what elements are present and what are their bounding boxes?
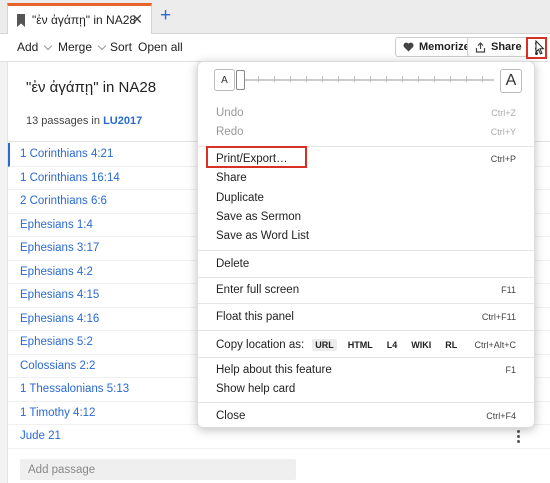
divider bbox=[198, 357, 534, 358]
passage-count: 13 passages in LU2017 bbox=[26, 115, 142, 127]
close-shortcut: Ctrl+F4 bbox=[486, 410, 516, 421]
format-rl[interactable]: RL bbox=[442, 339, 460, 351]
share-label: Share bbox=[216, 171, 247, 184]
page-title: "ἐν ἀγάπῃ" in NA28 bbox=[26, 79, 157, 96]
share-label: Share bbox=[491, 41, 522, 53]
full-screen-label: Enter full screen bbox=[216, 283, 300, 296]
print-shortcut: Ctrl+P bbox=[490, 153, 516, 164]
menu-item-undo[interactable]: Undo Ctrl+Z bbox=[198, 103, 534, 122]
merge-label: Merge bbox=[58, 40, 93, 54]
help-feature-label: Help about this feature bbox=[216, 363, 332, 376]
chevron-down-icon bbox=[97, 41, 107, 50]
version-link[interactable]: LU2017 bbox=[103, 115, 142, 127]
decrease-font-button[interactable]: A bbox=[214, 69, 235, 91]
list-item-jude[interactable]: Jude 21 bbox=[8, 425, 550, 449]
menu-item-share[interactable]: Share bbox=[198, 168, 534, 187]
heart-icon bbox=[403, 42, 414, 52]
menu-item-redo[interactable]: Redo Ctrl+Y bbox=[198, 122, 534, 141]
float-shortcut: Ctrl+F11 bbox=[481, 311, 516, 322]
copy-location-shortcut: Ctrl+Alt+C bbox=[474, 339, 516, 350]
divider bbox=[198, 250, 534, 251]
undo-label: Undo bbox=[216, 106, 244, 119]
tab-bar: "ἐν ἀγάπῃ" in NA28 ✕ + bbox=[0, 0, 550, 34]
add-passage-input[interactable]: Add passage bbox=[20, 459, 296, 480]
menu-item-help-feature[interactable]: Help about this feature F1 bbox=[198, 360, 534, 379]
help-shortcut: F1 bbox=[505, 364, 516, 375]
format-l4[interactable]: L4 bbox=[384, 339, 401, 351]
full-screen-shortcut: F11 bbox=[501, 284, 516, 295]
divider bbox=[198, 303, 534, 304]
menu-item-delete[interactable]: Delete bbox=[198, 254, 534, 273]
tab-active[interactable]: "ἐν ἀγάπῃ" in NA28 ✕ bbox=[7, 3, 152, 34]
sort-button[interactable]: Sort bbox=[110, 40, 132, 54]
memorize-label: Memorize bbox=[419, 41, 470, 53]
passage-label: Jude 21 bbox=[20, 430, 61, 443]
divider bbox=[198, 277, 534, 278]
count-text: 13 passages in bbox=[26, 115, 104, 127]
merge-menu-button[interactable]: Merge bbox=[58, 40, 107, 54]
memorize-button[interactable]: Memorize bbox=[395, 37, 478, 57]
add-menu-button[interactable]: Add bbox=[17, 40, 53, 54]
float-label: Float this panel bbox=[216, 310, 294, 323]
save-word-list-label: Save as Word List bbox=[216, 229, 310, 242]
copy-location-label: Copy location as: bbox=[216, 338, 305, 351]
row-more-icon[interactable] bbox=[517, 430, 520, 443]
undo-shortcut: Ctrl+Z bbox=[491, 107, 516, 118]
menu-item-save-word-list[interactable]: Save as Word List bbox=[198, 226, 534, 245]
close-tab-icon[interactable]: ✕ bbox=[131, 11, 143, 28]
format-url[interactable]: URL bbox=[312, 338, 337, 351]
menu-item-help-card[interactable]: Show help card bbox=[198, 379, 534, 398]
cursor-icon bbox=[535, 40, 545, 55]
save-sermon-label: Save as Sermon bbox=[216, 210, 302, 223]
open-all-button[interactable]: Open all bbox=[138, 40, 183, 54]
menu-item-save-sermon[interactable]: Save as Sermon bbox=[198, 207, 534, 226]
open-all-label: Open all bbox=[138, 40, 183, 54]
highlight-annotation bbox=[206, 146, 307, 168]
format-wiki[interactable]: WIKI bbox=[408, 339, 434, 351]
divider bbox=[198, 330, 534, 331]
share-icon bbox=[475, 41, 486, 53]
menu-item-duplicate[interactable]: Duplicate bbox=[198, 188, 534, 207]
zoom-row: A A bbox=[198, 62, 534, 100]
sort-label: Sort bbox=[110, 40, 133, 54]
menu-item-full-screen[interactable]: Enter full screen F11 bbox=[198, 280, 534, 299]
slider-thumb[interactable] bbox=[236, 70, 245, 90]
format-html[interactable]: HTML bbox=[345, 339, 376, 351]
chevron-down-icon bbox=[44, 41, 53, 50]
left-gutter bbox=[0, 62, 8, 483]
menu-item-float-panel[interactable]: Float this panel Ctrl+F11 bbox=[198, 307, 534, 326]
bookmark-icon bbox=[17, 13, 25, 27]
share-button[interactable]: Share bbox=[467, 37, 530, 57]
new-tab-button[interactable]: + bbox=[160, 6, 171, 26]
redo-shortcut: Ctrl+Y bbox=[490, 126, 516, 137]
add-label: Add bbox=[17, 40, 39, 54]
menu-item-copy-location: Copy location as: URL HTML L4 WIKI RL Ct… bbox=[198, 335, 534, 354]
delete-label: Delete bbox=[216, 257, 250, 270]
font-size-slider[interactable] bbox=[244, 79, 494, 81]
tab-title: "ἐν ἀγάπῃ" in NA28 bbox=[32, 13, 137, 27]
duplicate-label: Duplicate bbox=[216, 191, 264, 204]
more-options-menu: A A Undo Ctrl+Z Redo Ctrl+Y Print/Export… bbox=[197, 61, 535, 428]
divider bbox=[198, 402, 534, 403]
close-label: Close bbox=[216, 409, 246, 422]
increase-font-button[interactable]: A bbox=[500, 69, 522, 93]
menu-item-close[interactable]: Close Ctrl+F4 bbox=[198, 406, 534, 425]
toolbar: Add Merge Sort Open all Memorize Share bbox=[0, 34, 550, 62]
redo-label: Redo bbox=[216, 125, 244, 138]
help-card-label: Show help card bbox=[216, 382, 296, 395]
